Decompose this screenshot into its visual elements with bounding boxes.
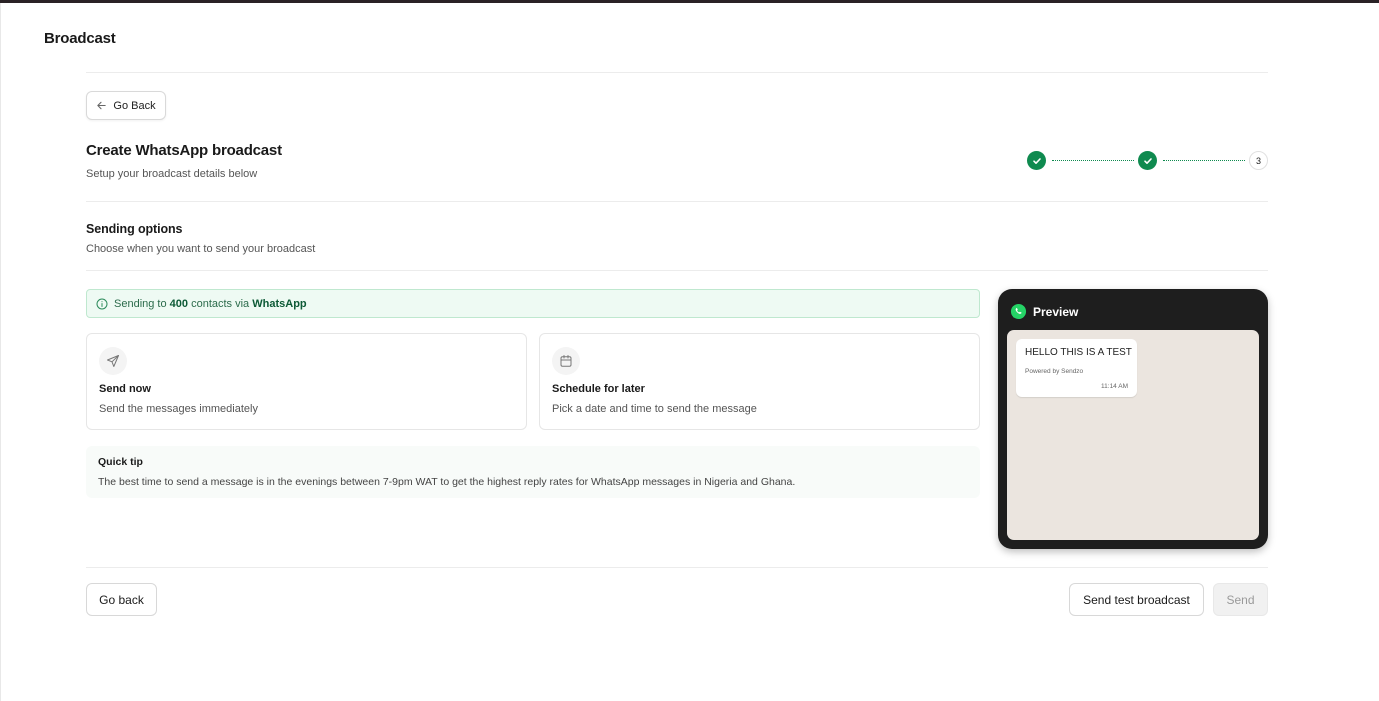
chat-screen: HELLO THIS IS A TEST Powered by Sendzo 1… [1007,330,1259,540]
step-connector [1052,160,1134,161]
divider [86,270,1268,271]
powered-by-text: Powered by Sendzo [1025,368,1084,375]
progress-stepper: 3 [1027,151,1269,171]
divider [86,72,1268,73]
recipients-info-banner: Sending to 400 contacts via WhatsApp [86,289,980,318]
section-title: Sending options [86,222,183,236]
go-back-label: Go Back [113,99,156,112]
page-title: Create WhatsApp broadcast [86,142,282,159]
option-description: Send the messages immediately [99,403,258,415]
check-icon [1143,157,1152,164]
tip-title: Quick tip [98,456,143,468]
step-2-complete [1138,151,1157,170]
app-title: Broadcast [44,30,116,47]
calendar-icon [552,347,580,375]
section-subtitle: Choose when you want to send your broadc… [86,243,316,255]
option-title: Schedule for later [552,383,645,395]
tip-body: The best time to send a message is in th… [98,476,796,488]
whatsapp-icon [1010,303,1027,320]
message-preview-panel: Preview HELLO THIS IS A TEST Powered by … [998,289,1268,549]
step-1-complete [1027,151,1046,170]
step-connector [1163,160,1245,161]
option-title: Send now [99,383,151,395]
send-now-option[interactable]: Send now Send the messages immediately [86,333,527,430]
banner-middle: contacts via [191,297,250,310]
page-subtitle: Setup your broadcast details below [86,168,258,180]
info-icon [96,298,108,309]
divider [86,201,1268,202]
send-button[interactable]: Send [1213,583,1268,616]
contact-count: 400 [169,297,189,310]
preview-title: Preview [1033,304,1079,319]
quick-tip-box: Quick tip The best time to send a messag… [86,446,980,498]
message-bubble: HELLO THIS IS A TEST Powered by Sendzo 1… [1016,339,1137,397]
message-time: 11:14 AM [1101,383,1128,390]
channel-name: WhatsApp [252,297,307,310]
window-top-border [0,0,1379,3]
option-description: Pick a date and time to send the message [552,403,757,415]
message-text: HELLO THIS IS A TEST [1025,347,1132,358]
go-back-button[interactable]: Go Back [86,91,166,120]
divider [86,567,1268,568]
window-left-border [0,3,1,701]
send-icon [99,347,127,375]
go-back-footer-button[interactable]: Go back [86,583,157,616]
check-icon [1032,157,1041,164]
banner-prefix: Sending to [114,297,167,310]
step-3-current: 3 [1249,151,1268,170]
send-test-broadcast-button[interactable]: Send test broadcast [1069,583,1204,616]
arrow-left-icon [97,101,107,110]
schedule-later-option[interactable]: Schedule for later Pick a date and time … [539,333,980,430]
